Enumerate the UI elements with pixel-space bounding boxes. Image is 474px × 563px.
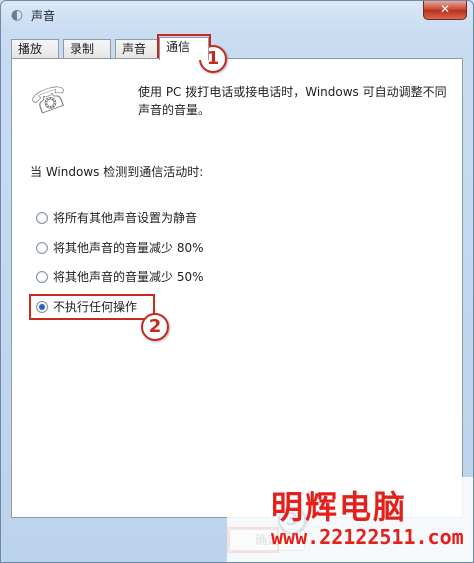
option-label: 将其他声音的音量减少 80%: [53, 241, 204, 255]
speaker-icon: ◐: [10, 7, 24, 23]
watermark-url: www.22122511.com: [271, 525, 464, 549]
option-label: 将其他声音的音量减少 50%: [53, 270, 204, 284]
title-bar[interactable]: ◐ 声音 ✕: [1, 1, 473, 31]
tab-strip: 播放 录制 声音 通信: [11, 37, 471, 60]
window-title: 声音: [31, 9, 56, 23]
communications-panel: ☏ 使用 PC 拨打电话或接电话时，Windows 可自动调整不同声音的音量。 …: [11, 58, 463, 518]
step-badge-2: 2: [141, 313, 169, 341]
tab-playback[interactable]: 播放: [11, 39, 59, 59]
watermark-name: 明辉电脑: [271, 488, 408, 526]
activity-heading: 当 Windows 检测到通信活动时:: [30, 165, 204, 179]
radio-button[interactable]: [36, 212, 48, 224]
tab-sounds[interactable]: 声音: [115, 39, 163, 59]
option-reduce-50[interactable]: 将其他声音的音量减少 50%: [36, 268, 204, 286]
sound-dialog: ◐ 声音 ✕ 播放 录制 声音 通信 ☏ 使用 PC 拨打电话或接电话时，Win…: [0, 0, 474, 563]
highlight-box-option: [29, 294, 155, 320]
close-button[interactable]: ✕: [423, 1, 467, 20]
option-mute-all[interactable]: 将所有其他声音设置为静音: [36, 209, 197, 227]
radio-button[interactable]: [36, 271, 48, 283]
tab-communications[interactable]: 通信: [159, 37, 209, 60]
description-text: 使用 PC 拨打电话或接电话时，Windows 可自动调整不同声音的音量。: [138, 85, 447, 117]
option-label: 将所有其他声音设置为静音: [53, 211, 198, 225]
phone-icon: ☏: [26, 77, 74, 124]
radio-button[interactable]: [36, 242, 48, 254]
option-reduce-80[interactable]: 将其他声音的音量减少 80%: [36, 239, 204, 257]
tab-recording[interactable]: 录制: [63, 39, 111, 59]
